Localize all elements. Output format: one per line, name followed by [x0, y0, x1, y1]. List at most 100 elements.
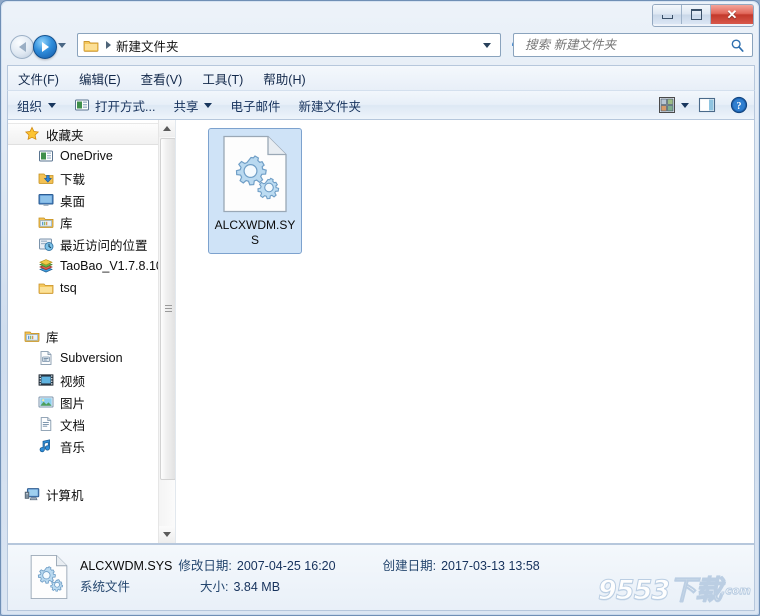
pictures-icon — [38, 396, 54, 408]
address-dropdown-caret-icon[interactable] — [483, 43, 491, 48]
breadcrumb-current-folder[interactable]: 新建文件夹 — [116, 36, 179, 55]
sidebar-item-label: 库 — [46, 330, 59, 345]
search-box[interactable] — [513, 33, 753, 57]
arrow-right-icon — [41, 42, 49, 52]
music-icon — [39, 439, 50, 453]
new-folder-button[interactable]: 新建文件夹 — [289, 93, 370, 117]
close-icon: ✕ — [726, 7, 738, 22]
folder-icon — [38, 283, 54, 294]
details-size-value: 3.84 MB — [233, 580, 281, 594]
menu-item-view[interactable]: 查看(V) — [131, 66, 193, 91]
details-size-label: 大小: — [200, 580, 229, 594]
maximize-button[interactable] — [682, 5, 711, 24]
recent-pages-caret-icon[interactable] — [58, 43, 66, 48]
views-icon[interactable] — [658, 96, 676, 114]
sidebar-item-tsq[interactable]: tsq — [8, 277, 175, 299]
sidebar-item-documents[interactable]: 文档 — [8, 413, 175, 435]
sidebar-item-label: 视频 — [60, 374, 86, 389]
scrollbar-grip-icon — [165, 305, 172, 312]
address-row: 新建文件夹 — [1, 29, 760, 63]
close-button[interactable]: ✕ — [711, 5, 753, 24]
search-input[interactable] — [523, 37, 730, 53]
share-button[interactable]: 共享 — [164, 93, 221, 117]
downloads-icon — [38, 173, 54, 184]
computer-icon — [24, 488, 40, 501]
documents-icon — [40, 417, 52, 431]
email-label: 电子邮件 — [230, 99, 281, 114]
details-created-label: 创建日期: — [382, 559, 437, 573]
email-button[interactable]: 电子邮件 — [221, 93, 289, 117]
details-created-value: 2017-03-13 13:58 — [441, 559, 540, 573]
sidebar-item-videos[interactable]: 视频 — [8, 369, 175, 391]
video-icon — [38, 374, 54, 386]
sidebar-item-label: 桌面 — [60, 194, 86, 209]
menu-item-edit[interactable]: 编辑(E) — [69, 66, 131, 91]
details-pane: ALCXWDM.SYS 修改日期: 2007-04-25 16:20 创建日期:… — [7, 544, 755, 611]
sidebar-item-libraries[interactable]: 库 — [8, 325, 175, 347]
menu-item-file[interactable]: 文件(F) — [8, 66, 69, 91]
address-bar[interactable]: 新建文件夹 — [77, 33, 501, 57]
system-file-icon — [223, 135, 287, 213]
details-modified-label: 修改日期: — [178, 559, 232, 573]
sidebar-item-label: TaoBao_V1.7.8.10_ — [60, 259, 170, 273]
details-file-type: 系统文件 — [80, 580, 131, 594]
sidebar-item-desktop[interactable]: 桌面 — [8, 189, 175, 211]
sidebar-item-label: 收藏夹 — [46, 128, 84, 143]
sidebar-item-label: 下载 — [60, 172, 86, 187]
watermark-suffix: .com — [721, 584, 752, 598]
sidebar-item-taobao-archive[interactable]: TaoBao_V1.7.8.10_ — [8, 255, 175, 277]
open-with-button[interactable]: 打开方式... — [65, 93, 164, 117]
scroll-up-button[interactable] — [159, 120, 175, 137]
details-file-name: ALCXWDM.SYS — [80, 559, 173, 573]
share-label: 共享 — [173, 99, 199, 114]
sidebar-item-music[interactable]: 音乐 — [8, 435, 175, 457]
scrollbar-thumb[interactable] — [160, 138, 175, 480]
explorer-window: ✕ 新建文件夹 搜索 新建文件夹 文件(F) 编辑(E) 查看(V) 工具(T)… — [0, 0, 760, 616]
sidebar-item-label: 库 — [60, 216, 73, 231]
details-modified-value: 2007-04-25 16:20 — [236, 559, 336, 573]
file-list-pane[interactable]: ALCXWDM.SYS — [176, 120, 754, 543]
content-area: 收藏夹 OneDrive 下载 桌面 库 最近访问的位置 TaoBao_V1.7… — [7, 120, 755, 544]
archive-icon — [39, 259, 53, 273]
sidebar-item-favorites[interactable]: 收藏夹 — [8, 123, 175, 145]
search-icon[interactable] — [730, 38, 745, 53]
navigation-scrollbar[interactable] — [158, 120, 175, 543]
forward-button[interactable] — [33, 35, 57, 59]
chevron-down-icon — [163, 532, 171, 537]
title-bar: ✕ — [1, 1, 760, 27]
favorites-group: 收藏夹 OneDrive 下载 桌面 库 最近访问的位置 TaoBao_V1.7… — [8, 123, 175, 299]
views-dropdown-caret-icon[interactable] — [681, 102, 689, 108]
open-with-icon — [75, 99, 90, 111]
help-icon[interactable]: ? — [730, 96, 748, 114]
folder-icon — [83, 41, 99, 52]
window-controls: ✕ — [652, 4, 754, 27]
sidebar-item-subversion[interactable]: Subversion — [8, 347, 175, 369]
navigation-buttons — [9, 33, 75, 59]
menu-item-help[interactable]: 帮助(H) — [253, 66, 315, 91]
menu-item-tools[interactable]: 工具(T) — [192, 66, 253, 91]
sidebar-item-onedrive[interactable]: OneDrive — [8, 145, 175, 167]
sidebar-item-recent-places[interactable]: 最近访问的位置 — [8, 233, 175, 255]
navigation-pane[interactable]: 收藏夹 OneDrive 下载 桌面 库 最近访问的位置 TaoBao_V1.7… — [8, 120, 176, 543]
chevron-down-icon — [204, 102, 213, 108]
sidebar-item-label: 图片 — [60, 396, 86, 411]
sidebar-item-computer[interactable]: 计算机 — [8, 483, 175, 505]
sidebar-item-label: 最近访问的位置 — [60, 238, 148, 253]
sidebar-item-downloads[interactable]: 下载 — [8, 167, 175, 189]
watermark-text: 9553下载 — [597, 575, 722, 607]
sidebar-item-label: OneDrive — [60, 149, 113, 163]
chevron-down-icon — [48, 102, 57, 108]
file-item[interactable]: ALCXWDM.SYS — [208, 128, 302, 254]
scroll-down-button[interactable] — [159, 526, 175, 543]
onedrive-icon — [39, 150, 53, 162]
back-button[interactable] — [10, 35, 34, 59]
sidebar-item-pictures[interactable]: 图片 — [8, 391, 175, 413]
menu-bar: 文件(F) 编辑(E) 查看(V) 工具(T) 帮助(H) — [7, 65, 755, 90]
sidebar-item-library-fav[interactable]: 库 — [8, 211, 175, 233]
organize-button[interactable]: 组织 — [8, 93, 65, 117]
sidebar-item-label: tsq — [60, 281, 77, 295]
preview-pane-icon[interactable] — [698, 96, 716, 114]
minimize-button[interactable] — [653, 5, 682, 24]
sidebar-item-label: 计算机 — [46, 488, 84, 503]
subversion-icon — [40, 351, 52, 365]
